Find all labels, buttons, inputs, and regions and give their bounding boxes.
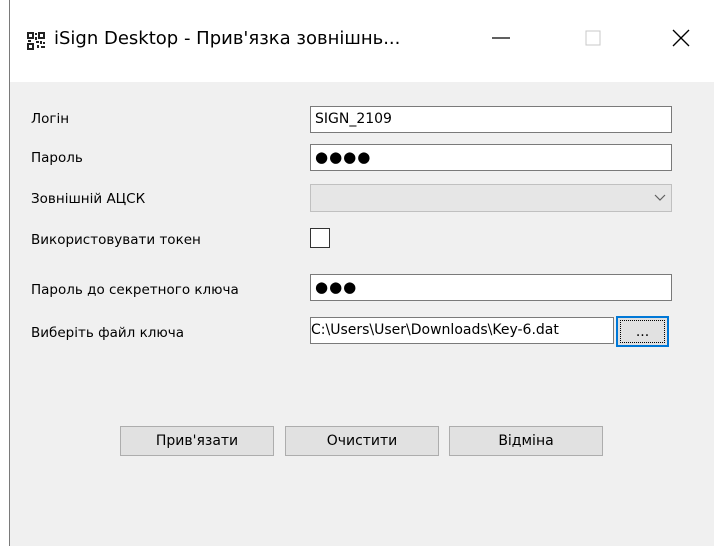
token-label: Використовувати токен [31, 232, 201, 248]
title-bar[interactable]: iSign Desktop - Прив'язка зовнішнь... [10, 0, 714, 82]
minimize-icon [492, 37, 510, 39]
close-button[interactable] [658, 18, 704, 58]
password-label: Пароль [31, 150, 83, 166]
chevron-down-icon[interactable] [649, 185, 671, 211]
maximize-button [570, 18, 616, 58]
focus-rect [620, 320, 665, 343]
key-file-label: Виберіть файл ключа [31, 325, 185, 341]
login-input[interactable]: SIGN_2109 [310, 106, 672, 133]
qr-app-icon [27, 32, 45, 50]
use-token-checkbox[interactable] [310, 228, 330, 248]
acsk-select[interactable] [310, 184, 672, 212]
acsk-label: Зовнішній АЦСК [31, 191, 146, 207]
clear-button[interactable]: Очистити [285, 426, 439, 456]
password-input[interactable]: ●●●● [310, 144, 672, 171]
login-label: Логін [31, 111, 70, 127]
maximize-icon [585, 30, 601, 46]
key-password-input[interactable]: ●●● [310, 274, 672, 301]
key-file-path: C:\Users\User\Downloads\Key-6.dat [311, 322, 559, 338]
window-title: iSign Desktop - Прив'язка зовнішнь... [54, 28, 401, 49]
browse-button[interactable]: ... [616, 316, 669, 347]
bind-button[interactable]: Прив'язати [120, 426, 274, 456]
key-password-label: Пароль до секретного ключа [31, 282, 239, 298]
close-icon [672, 29, 690, 47]
dialog-window: iSign Desktop - Прив'язка зовнішнь... [9, 0, 714, 546]
cancel-button[interactable]: Відміна [449, 426, 603, 456]
key-file-input[interactable]: C:\Users\User\Downloads\Key-6.dat [310, 317, 614, 344]
minimize-button[interactable] [478, 18, 524, 58]
